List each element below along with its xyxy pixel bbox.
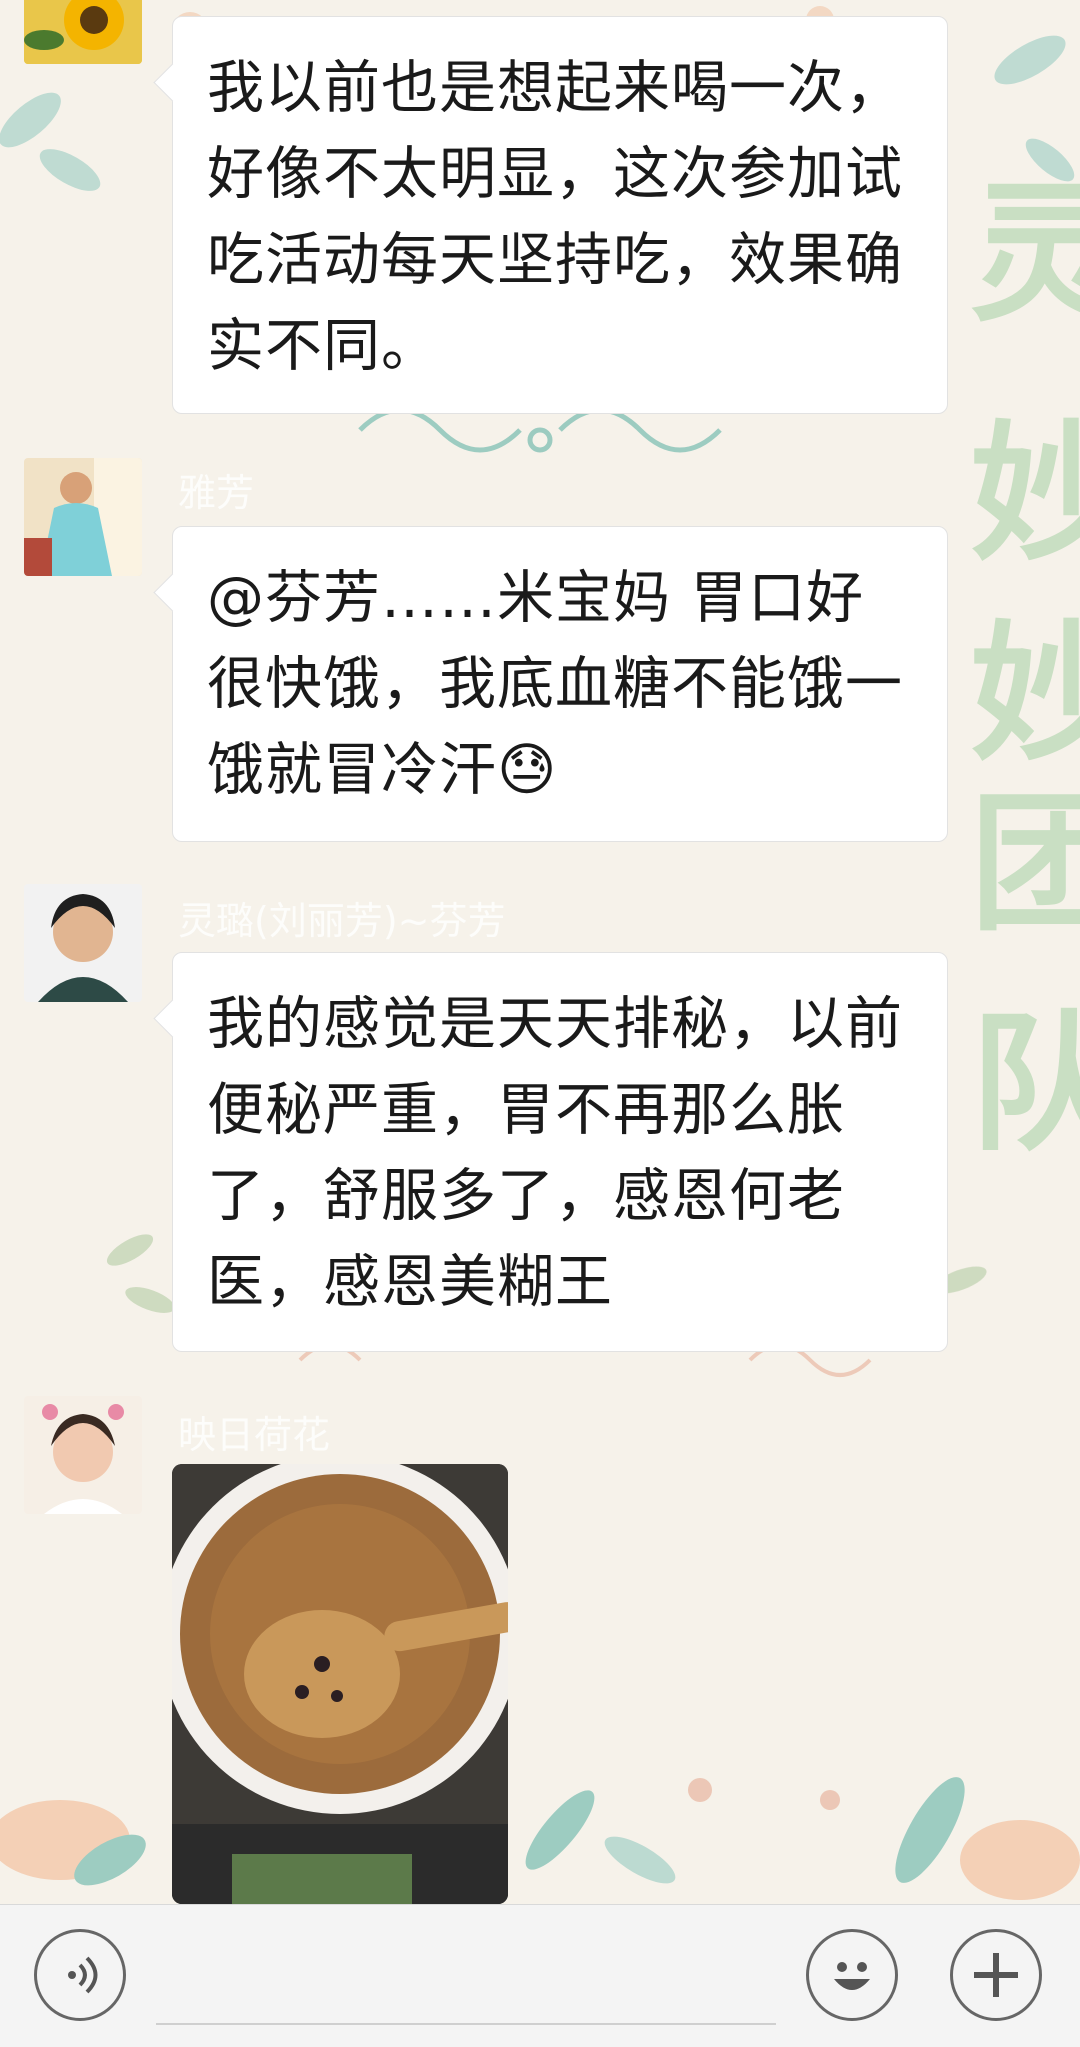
message-text: 我以前也是想起来喝一次，好像不太明显，这次参加试吃活动每天坚持吃，效果确实不同。 xyxy=(207,55,903,379)
emoji-face xyxy=(834,1962,870,1990)
avatar-image xyxy=(24,0,142,64)
wallpaper-watermark-char: 队 xyxy=(970,998,1080,1172)
message-bubble[interactable]: 我的感觉是天天排秘，以前便秘严重，胃不再那么胀了，舒服多了，感恩何老医，感恩美糊… xyxy=(172,952,948,1352)
sender-name: 灵璐(刘丽芳)~芬芳 xyxy=(178,899,506,943)
avatar-yafang[interactable] xyxy=(24,458,142,576)
image-message[interactable] xyxy=(172,1464,508,1904)
wallpaper-watermark-char: 妙 xyxy=(970,608,1080,782)
message-input[interactable] xyxy=(156,1925,776,2025)
message-text: 我的感觉是天天排秘，以前便秘严重，胃不再那么胀了，舒服多了，感恩何老医，感恩美糊… xyxy=(207,991,903,1315)
voice-waves xyxy=(68,1956,98,1994)
wallpaper-watermark-char: 妙 xyxy=(970,408,1080,582)
plus-symbol xyxy=(974,1953,1018,1997)
message-bubble[interactable]: 我以前也是想起来喝一次，好像不太明显，这次参加试吃活动每天坚持吃，效果确实不同。 xyxy=(172,16,948,414)
emoji-icon[interactable] xyxy=(806,1929,898,2021)
wallpaper-watermark-char: 灵 xyxy=(970,168,1080,342)
avatar-image xyxy=(24,884,142,1002)
chat-input-bar xyxy=(0,1904,1080,2047)
wallpaper-watermark-char: 团 xyxy=(970,778,1080,952)
avatar-yingri[interactable] xyxy=(24,1396,142,1514)
voice-icon[interactable] xyxy=(34,1929,126,2021)
photo-image xyxy=(172,1464,508,1904)
avatar-sunflower[interactable] xyxy=(24,0,142,64)
avatar-linglu[interactable] xyxy=(24,884,142,1002)
sender-name: 映日荷花 xyxy=(178,1413,331,1457)
message-text: @芬芳……米宝妈 胃口好很快饿，我底血糖不能饿一饿就冒冷汗😓 xyxy=(207,565,903,803)
sender-name: 雅芳 xyxy=(178,471,255,515)
message-bubble[interactable]: @芬芳……米宝妈 胃口好很快饿，我底血糖不能饿一饿就冒冷汗😓 xyxy=(172,526,948,842)
avatar-image xyxy=(24,1396,142,1514)
plus-icon[interactable] xyxy=(950,1929,1042,2021)
avatar-image xyxy=(24,458,142,576)
